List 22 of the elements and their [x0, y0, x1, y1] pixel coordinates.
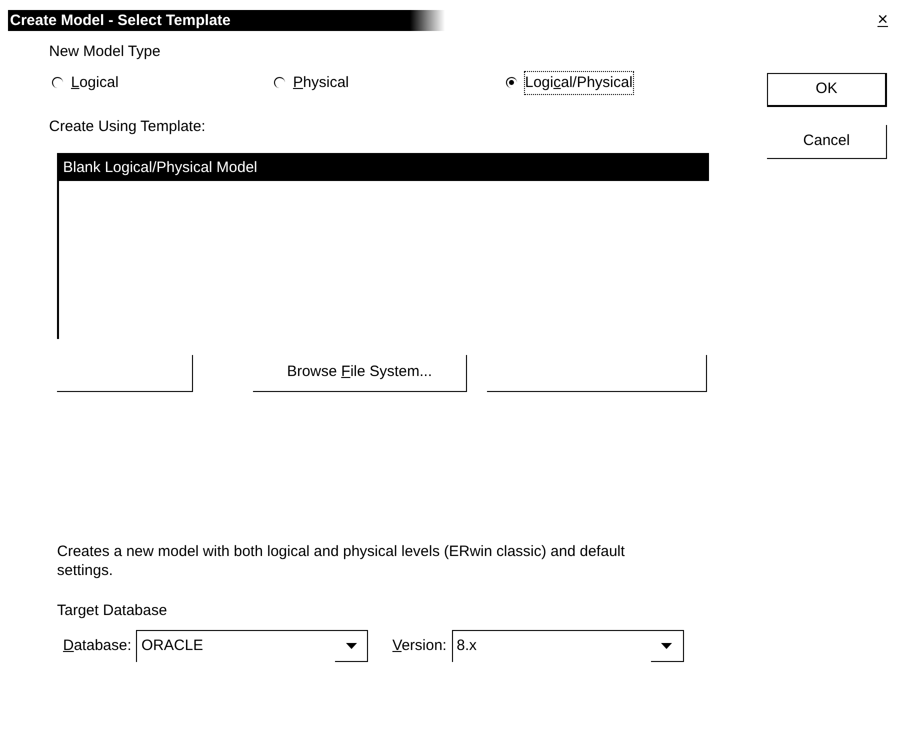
- window-title: Create Model - Select Template: [8, 10, 445, 31]
- section-label: Target Database: [57, 600, 168, 620]
- radio-option[interactable]: Physical: [274, 72, 506, 94]
- browse-button[interactable]: Browse File System...: [253, 354, 467, 392]
- ok-button[interactable]: OK: [767, 73, 887, 107]
- dropdown-value: ORACLE: [141, 636, 204, 656]
- caret-icon: [346, 643, 357, 649]
- field-label: Database:: [63, 636, 132, 656]
- close-button[interactable]: ×: [877, 10, 888, 28]
- section-label: New Model Type: [49, 42, 162, 62]
- radio-option[interactable]: Logical/Physical: [506, 72, 633, 94]
- description-text: Creates a new model with both logical and physical levels (ERwin classic) and default settings.: [57, 542, 626, 580]
- dropdown-value: 8.x: [456, 636, 477, 656]
- radio-option[interactable]: Logical: [52, 72, 274, 94]
- cancel-button[interactable]: Cancel: [767, 125, 887, 159]
- dropdown-field[interactable]: ORACLE: [136, 630, 368, 662]
- section-label: Create Using Template:: [49, 117, 206, 137]
- list-item[interactable]: Blank Logical/Physical Model: [59, 154, 709, 180]
- dropdown-field[interactable]: 8.x: [452, 630, 684, 662]
- caret-icon: [661, 643, 672, 649]
- template-list[interactable]: Blank Logical/Physical Model: [57, 152, 709, 338]
- field-label: Version:: [392, 636, 447, 656]
